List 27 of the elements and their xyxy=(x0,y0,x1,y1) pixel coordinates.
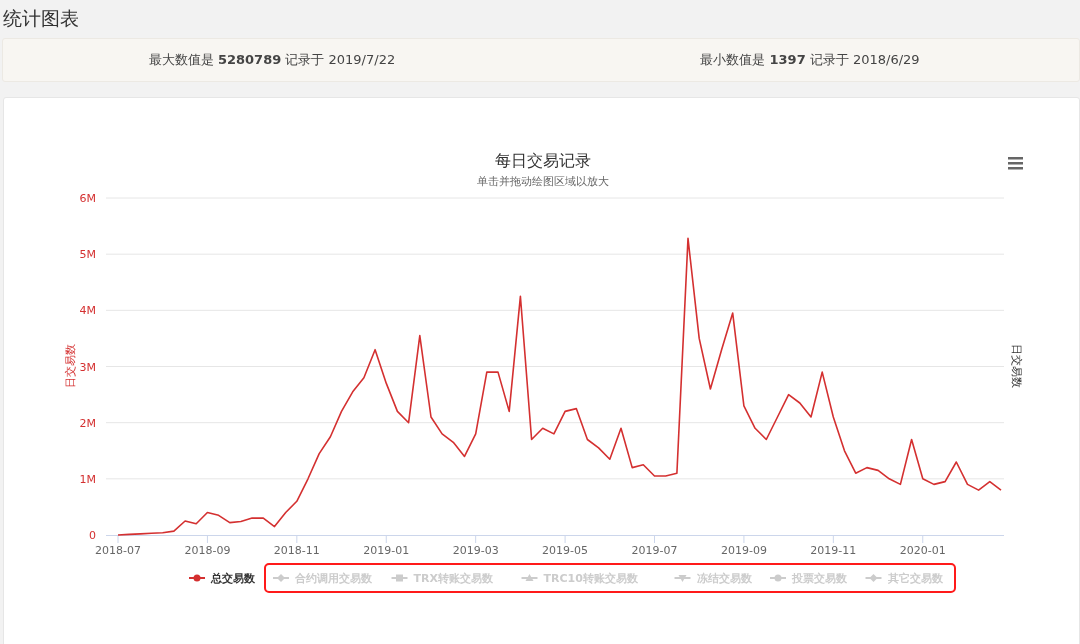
y-tick-label: 1M xyxy=(79,472,96,486)
x-tick-label: 2019-01 xyxy=(363,544,410,557)
y-axis-title: 日交易数 xyxy=(64,344,77,388)
x-tick-label: 2019-07 xyxy=(631,544,678,557)
y-tick-label: 5M xyxy=(79,248,96,262)
chart-title: 每日交易记录 xyxy=(495,151,591,170)
x-tick-label: 2019-11 xyxy=(810,544,857,557)
chart-subtitle: 单击并拖动绘图区域以放大 xyxy=(477,175,609,188)
x-tick-label: 2020-01 xyxy=(899,544,946,557)
y-tick-label: 4M xyxy=(79,304,96,318)
y-axis-title: 日交易数 xyxy=(1010,344,1023,388)
y-tick-label: 3M xyxy=(79,360,96,374)
stat-text: 最小数值是 1397 记录于 2018/6/29 xyxy=(700,51,920,69)
x-tick-label: 2018-07 xyxy=(95,544,141,557)
page-title: 统计图表 xyxy=(2,6,79,31)
x-tick-label: 2018-09 xyxy=(184,544,231,557)
x-tick-label: 2019-03 xyxy=(452,544,499,557)
menu-icon[interactable] xyxy=(1008,157,1023,170)
stat-text: 最大数值是 5280789 记录于 2019/7/22 xyxy=(148,51,396,69)
x-tick-label: 2018-11 xyxy=(273,544,320,557)
x-tick-label: 2019-05 xyxy=(542,544,589,557)
y-tick-label: 0 xyxy=(89,529,96,542)
y-tick-label: 6M xyxy=(79,192,96,205)
legend-label: 总交易数 xyxy=(210,572,256,585)
legend-item[interactable]: 总交易数 xyxy=(188,572,255,585)
y-tick-label: 2M xyxy=(79,416,96,430)
x-tick-label: 2019-09 xyxy=(720,544,767,557)
